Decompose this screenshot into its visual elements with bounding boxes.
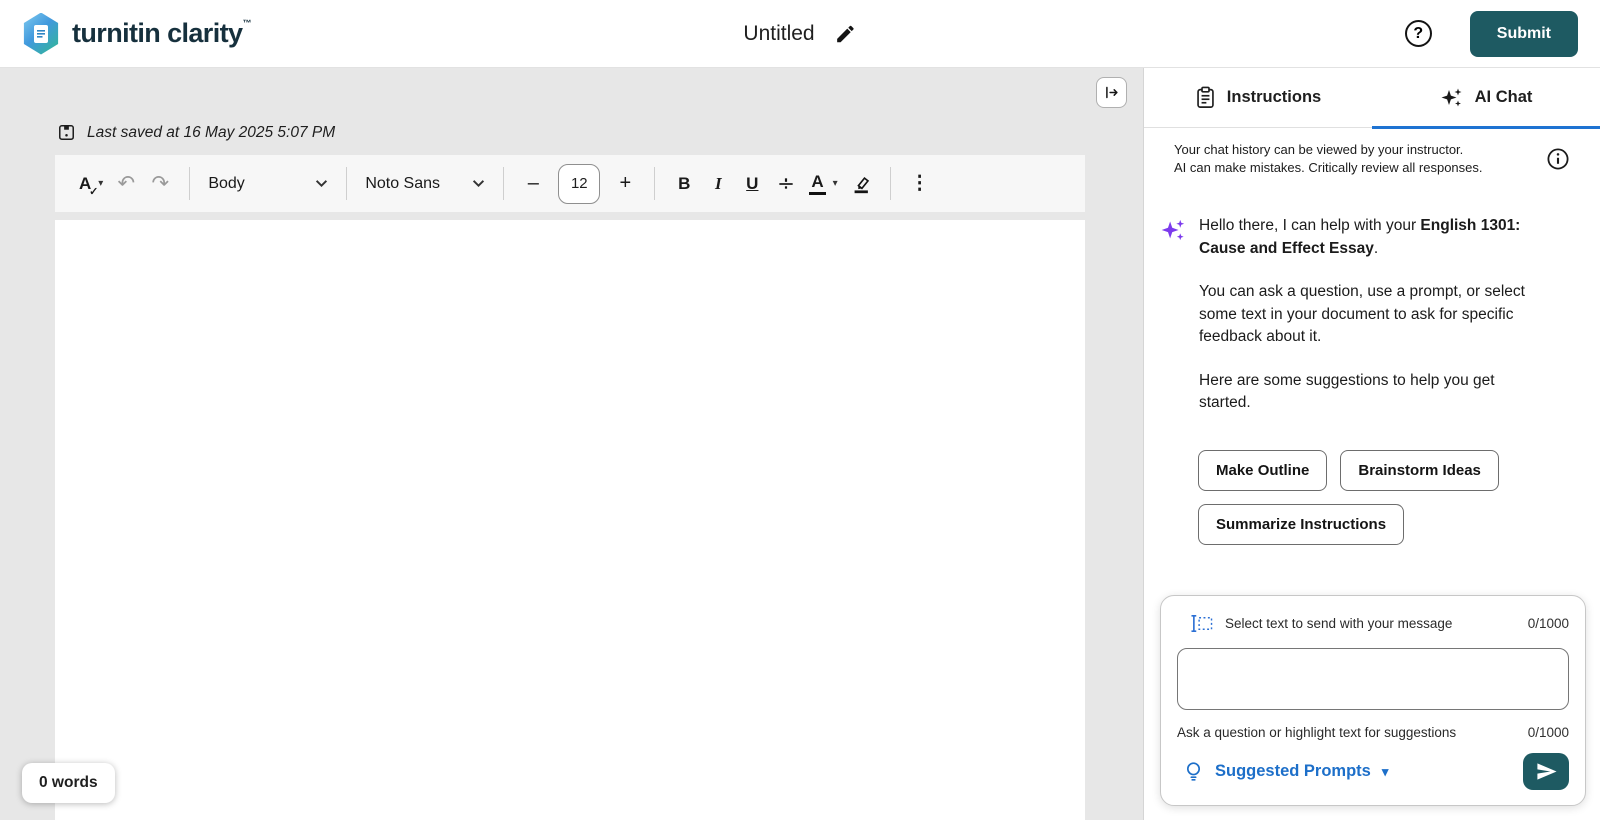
text-color-button[interactable]: A ▾	[803, 166, 843, 202]
highlighter-icon	[854, 176, 869, 193]
lightbulb-icon	[1186, 762, 1201, 781]
document-title-area: Untitled	[743, 22, 856, 46]
tab-ai-chat[interactable]: AI Chat	[1372, 68, 1600, 129]
underline-button[interactable]: U	[735, 166, 769, 202]
chat-messages: Hello there, I can help with your Englis…	[1144, 189, 1600, 595]
minus-icon: –	[527, 172, 539, 194]
question-mark-icon: ?	[1413, 24, 1424, 42]
document-title: Untitled	[743, 21, 815, 45]
toolbar-divider	[889, 167, 891, 200]
collapse-panel-button[interactable]	[1096, 77, 1127, 108]
highlight-button[interactable]	[844, 166, 878, 202]
font-size-input[interactable]: 12	[558, 163, 601, 204]
undo-button[interactable]: ↶	[109, 166, 143, 202]
input-hint-label: Ask a question or highlight text for sug…	[1177, 725, 1457, 740]
ai-side-panel: Instructions AI Chat Your chat history c…	[1143, 68, 1600, 820]
strikethrough-icon	[779, 177, 793, 189]
save-floppy-icon	[59, 125, 74, 140]
caret-down-icon: ▾	[832, 178, 838, 189]
send-paper-plane-icon	[1536, 763, 1557, 780]
caret-down-icon: ▾	[98, 178, 104, 189]
tab-ai-chat-label: AI Chat	[1474, 88, 1533, 106]
spellcheck-icon: A ✓	[79, 173, 99, 198]
overflow-menu-icon: ⋮	[910, 173, 930, 194]
text-select-icon	[1191, 615, 1213, 632]
info-icon[interactable]	[1546, 147, 1570, 171]
chevron-down-icon	[473, 180, 485, 188]
last-saved-text: Last saved at 16 May 2025 5:07 PM	[87, 123, 336, 141]
help-button[interactable]: ?	[1404, 20, 1432, 47]
document-page[interactable]	[55, 220, 1085, 820]
sparkles-icon	[1441, 88, 1462, 106]
toolbar-divider	[189, 167, 191, 200]
select-text-row[interactable]: Select text to send with your message 0/…	[1177, 613, 1569, 634]
suggestions-intro-paragraph: Here are some suggestions to help you ge…	[1199, 371, 1495, 412]
turnitin-hexagon-logo-icon	[23, 12, 59, 55]
redo-icon: ↷	[151, 172, 170, 195]
text-color-icon: A	[809, 172, 826, 195]
plus-icon: +	[619, 172, 632, 194]
strikethrough-button[interactable]	[769, 166, 803, 202]
input-hint-row: Ask a question or highlight text for sug…	[1177, 725, 1569, 740]
panel-tabs: Instructions AI Chat	[1144, 68, 1600, 129]
composer-actions: Suggested Prompts ▾	[1177, 753, 1569, 790]
undo-icon: ↶	[117, 172, 136, 195]
ai-message-text: Hello there, I can help with your Englis…	[1199, 215, 1544, 435]
select-text-counter: 0/1000	[1527, 616, 1569, 631]
tab-instructions[interactable]: Instructions	[1144, 68, 1372, 127]
paragraph-style-dropdown[interactable]: Body	[202, 166, 334, 202]
suggestion-brainstorm-ideas[interactable]: Brainstorm Ideas	[1340, 449, 1499, 491]
help-paragraph: You can ask a question, use a prompt, or…	[1199, 283, 1525, 346]
font-family-value: Noto Sans	[365, 174, 441, 192]
chat-disclaimer: Your chat history can be viewed by your …	[1144, 128, 1600, 189]
chevron-down-icon	[316, 180, 328, 188]
brand-logo: turnitin clarity™	[22, 12, 251, 55]
redo-button[interactable]: ↷	[143, 166, 177, 202]
ai-sparkle-icon	[1161, 220, 1185, 241]
main-layout: Last saved at 16 May 2025 5:07 PM A ✓ ▾ ↶…	[0, 68, 1600, 820]
document-glyph-icon	[34, 24, 48, 43]
submit-button[interactable]: Submit	[1469, 10, 1578, 57]
save-status: Last saved at 16 May 2025 5:07 PM	[57, 123, 335, 142]
trademark-symbol: ™	[242, 18, 251, 28]
clipboard-icon	[1197, 86, 1214, 108]
disclaimer-text: Your chat history can be viewed by your …	[1174, 142, 1483, 176]
italic-icon: I	[715, 173, 722, 193]
suggestion-summarize-instructions[interactable]: Summarize Instructions	[1198, 503, 1405, 545]
italic-button[interactable]: I	[701, 166, 735, 202]
suggestion-make-outline[interactable]: Make Outline	[1198, 449, 1328, 491]
bold-button[interactable]: B	[667, 166, 701, 202]
more-options-button[interactable]: ⋮	[903, 166, 937, 202]
paragraph-style-value: Body	[208, 174, 245, 192]
greeting-paragraph: Hello there, I can help with your Englis…	[1199, 217, 1521, 257]
word-count-badge: 0 words	[22, 763, 115, 803]
edit-title-pencil-icon[interactable]	[835, 23, 857, 45]
editor-canvas: Last saved at 16 May 2025 5:07 PM A ✓ ▾ ↶…	[0, 68, 1143, 820]
spellcheck-button[interactable]: A ✓ ▾	[73, 166, 109, 202]
toolbar-divider	[346, 167, 348, 200]
toolbar-divider	[503, 167, 505, 200]
font-family-dropdown[interactable]: Noto Sans	[359, 166, 491, 202]
header-actions: ? Submit	[1404, 10, 1578, 57]
app-header: turnitin clarity™ Untitled ? Submit	[0, 0, 1600, 68]
chat-composer: Select text to send with your message 0/…	[1160, 595, 1586, 806]
format-toolbar: A ✓ ▾ ↶ ↷ Body Noto Sans – 12 + B I U A …	[55, 155, 1085, 212]
brand-name: turnitin clarity™	[72, 18, 251, 48]
select-text-label: Select text to send with your message	[1225, 616, 1453, 631]
suggested-prompts-button[interactable]: Suggested Prompts ▾	[1177, 759, 1394, 784]
input-counter: 0/1000	[1527, 725, 1569, 740]
toolbar-divider	[654, 167, 656, 200]
underline-icon: U	[746, 173, 759, 193]
suggested-prompts-label: Suggested Prompts	[1215, 762, 1371, 780]
decrease-font-size-button[interactable]: –	[516, 166, 550, 202]
bold-icon: B	[678, 173, 691, 193]
chat-message-input[interactable]	[1177, 648, 1569, 710]
prompt-suggestions: Make Outline Brainstorm Ideas Summarize …	[1198, 449, 1528, 545]
tab-instructions-label: Instructions	[1226, 88, 1322, 106]
ai-message: Hello there, I can help with your Englis…	[1160, 215, 1582, 435]
send-message-button[interactable]	[1523, 753, 1569, 790]
caret-down-icon: ▾	[1381, 763, 1389, 779]
increase-font-size-button[interactable]: +	[608, 166, 642, 202]
collapse-arrow-icon	[1106, 86, 1118, 99]
